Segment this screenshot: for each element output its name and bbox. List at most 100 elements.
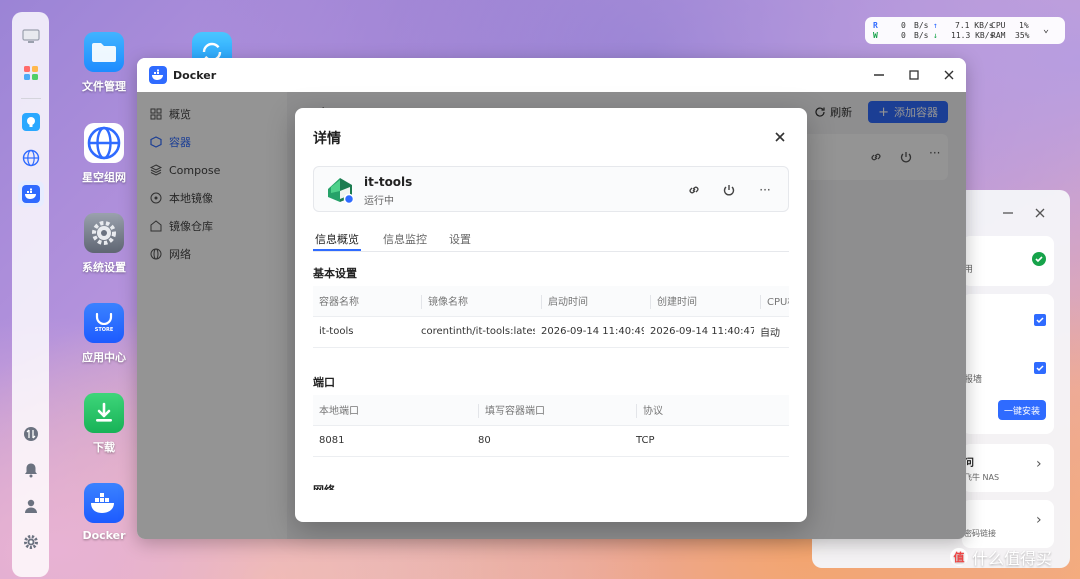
dock-divider [20, 98, 41, 99]
lightbulb-icon [21, 113, 40, 131]
column-header: 协议 [630, 395, 789, 426]
side-close-icon[interactable] [1034, 204, 1046, 223]
open-link-button[interactable] [685, 181, 703, 199]
dock-notification-button[interactable] [18, 457, 44, 483]
network-section-title: 网络 [313, 482, 335, 490]
table-cell: 2026-09-14 11:40:49 [535, 316, 644, 348]
more-options-button[interactable]: ··· [756, 181, 774, 199]
check-circle-icon [1032, 252, 1046, 266]
table-cell: 80 [472, 425, 630, 457]
column-header: 本地端口 [313, 395, 472, 426]
window-minimize-button[interactable] [870, 66, 888, 84]
dock-bottom-group [12, 421, 49, 565]
desktop-icon-download[interactable]: 下载 [64, 393, 144, 455]
column-header: 启动时间 [535, 286, 644, 317]
container-summary-card: it-tools 运行中 ··· [313, 166, 789, 212]
dock-transfer-button[interactable] [18, 421, 44, 447]
desktop-icon-settings[interactable]: 系统设置 [64, 213, 144, 275]
window-maximize-button[interactable] [905, 66, 923, 84]
desktop-icon-label: 下载 [93, 441, 115, 454]
table-cell: 自动 [754, 316, 789, 348]
more-icon: ··· [759, 183, 771, 197]
docker-icon [84, 483, 124, 523]
column-header: 创建时间 [644, 286, 754, 317]
details-modal: 详情 it-tools 运行中 ··· 信息概览 信息监控 设置 基本设置 容器… [295, 108, 807, 522]
table-row: 8081 80 TCP [313, 425, 789, 457]
detail-tabs: 信息概览 信息监控 设置 [313, 228, 789, 252]
table-cell: 8081 [313, 425, 472, 457]
desktop-icon-label: 应用中心 [82, 351, 126, 364]
checkbox-checked-icon[interactable] [1034, 314, 1046, 326]
dock [12, 12, 49, 577]
side-card-4[interactable]: 密码链接 › [962, 500, 1054, 548]
globe-icon [84, 123, 124, 163]
minimize-icon [874, 74, 884, 76]
desktop-icon-file-manager[interactable]: 文件管理 [64, 32, 144, 94]
system-monitor-widget[interactable]: R 0 B/s ↑ 7.1 KB/s CPU 1% W 0 B/s ↓ 11.3… [865, 17, 1065, 44]
table-row: it-tools corentinth/it-tools:latest 2026… [313, 316, 789, 348]
monitor-icon [21, 29, 40, 43]
upload-arrow-icon: ↑ [933, 21, 938, 30]
transfer-icon [23, 427, 38, 441]
upload-speed: 7.1 KB/s [955, 21, 994, 30]
write-value: 0 [901, 31, 906, 40]
cpu-label: CPU [991, 21, 1006, 30]
desktop-icon-label: 系统设置 [82, 261, 126, 274]
read-label: R [873, 21, 878, 30]
desktop-icon-label: Docker [82, 529, 126, 542]
modal-title: 详情 [313, 131, 341, 147]
tab-settings[interactable]: 设置 [449, 231, 471, 247]
watermark: 值 什么值得买 [950, 545, 1052, 569]
table-header-row: 容器名称 镜像名称 启动时间 创建时间 CPU权 [313, 286, 789, 317]
table-cell: it-tools [313, 316, 415, 348]
it-tools-logo-icon [325, 175, 355, 205]
table-cell: corentinth/it-tools:latest [415, 316, 535, 348]
expand-icon[interactable]: ⌄ [1043, 24, 1049, 35]
window-title-text: Docker [173, 68, 217, 82]
user-icon [24, 499, 37, 513]
bell-icon [24, 463, 37, 478]
dock-desktop-button[interactable] [18, 24, 44, 50]
close-icon [775, 132, 785, 142]
window-titlebar[interactable]: Docker [137, 58, 966, 92]
table-cell: TCP [630, 425, 789, 457]
dock-tips-button[interactable] [18, 109, 44, 135]
folder-icon [84, 32, 124, 72]
download-arrow-icon: ↓ [933, 31, 938, 40]
basic-settings-table: 容器名称 镜像名称 启动时间 创建时间 CPU权 it-tools corent… [313, 286, 789, 348]
cpu-value: 1% [1019, 21, 1029, 30]
power-button[interactable] [720, 181, 738, 199]
basic-settings-title: 基本设置 [313, 267, 357, 280]
gear-icon [23, 535, 38, 549]
read-unit: B/s [914, 21, 929, 30]
maximize-icon [909, 70, 919, 80]
chevron-right-icon: › [1036, 512, 1042, 528]
desktop-icon-network[interactable]: 星空组网 [64, 123, 144, 185]
dock-network-button[interactable] [18, 145, 44, 171]
dock-settings-button[interactable] [18, 529, 44, 555]
desktop-icon-label: 星空组网 [82, 171, 126, 184]
store-text: STORE [94, 327, 114, 333]
dock-apps-button[interactable] [18, 60, 44, 86]
side-minimize-icon[interactable] [1002, 204, 1014, 223]
column-header: 镜像名称 [415, 286, 535, 317]
checkbox-checked-icon[interactable] [1034, 362, 1046, 374]
one-click-install-button[interactable]: 一键安装 [998, 400, 1046, 420]
modal-close-button[interactable] [771, 128, 789, 146]
desktop-icon-docker[interactable]: Docker [64, 483, 144, 542]
desktop-icon-app-center[interactable]: STORE 应用中心 [64, 303, 144, 365]
dock-docker-button[interactable] [17, 181, 44, 207]
column-header: CPU权 [754, 286, 789, 317]
read-value: 0 [901, 21, 906, 30]
side-card-3[interactable]: 问 飞牛 NAS › [962, 444, 1054, 492]
window-close-button[interactable] [940, 66, 958, 84]
ports-title: 端口 [313, 376, 335, 389]
side-card-2: 报墙 一键安装 [962, 294, 1054, 434]
dock-user-button[interactable] [18, 493, 44, 519]
write-unit: B/s [914, 31, 929, 40]
tab-overview[interactable]: 信息概览 [315, 231, 359, 247]
store-icon: STORE [84, 303, 124, 343]
tab-monitor[interactable]: 信息监控 [383, 231, 427, 247]
docker-icon [149, 66, 167, 84]
app-grid-icon [23, 66, 38, 80]
